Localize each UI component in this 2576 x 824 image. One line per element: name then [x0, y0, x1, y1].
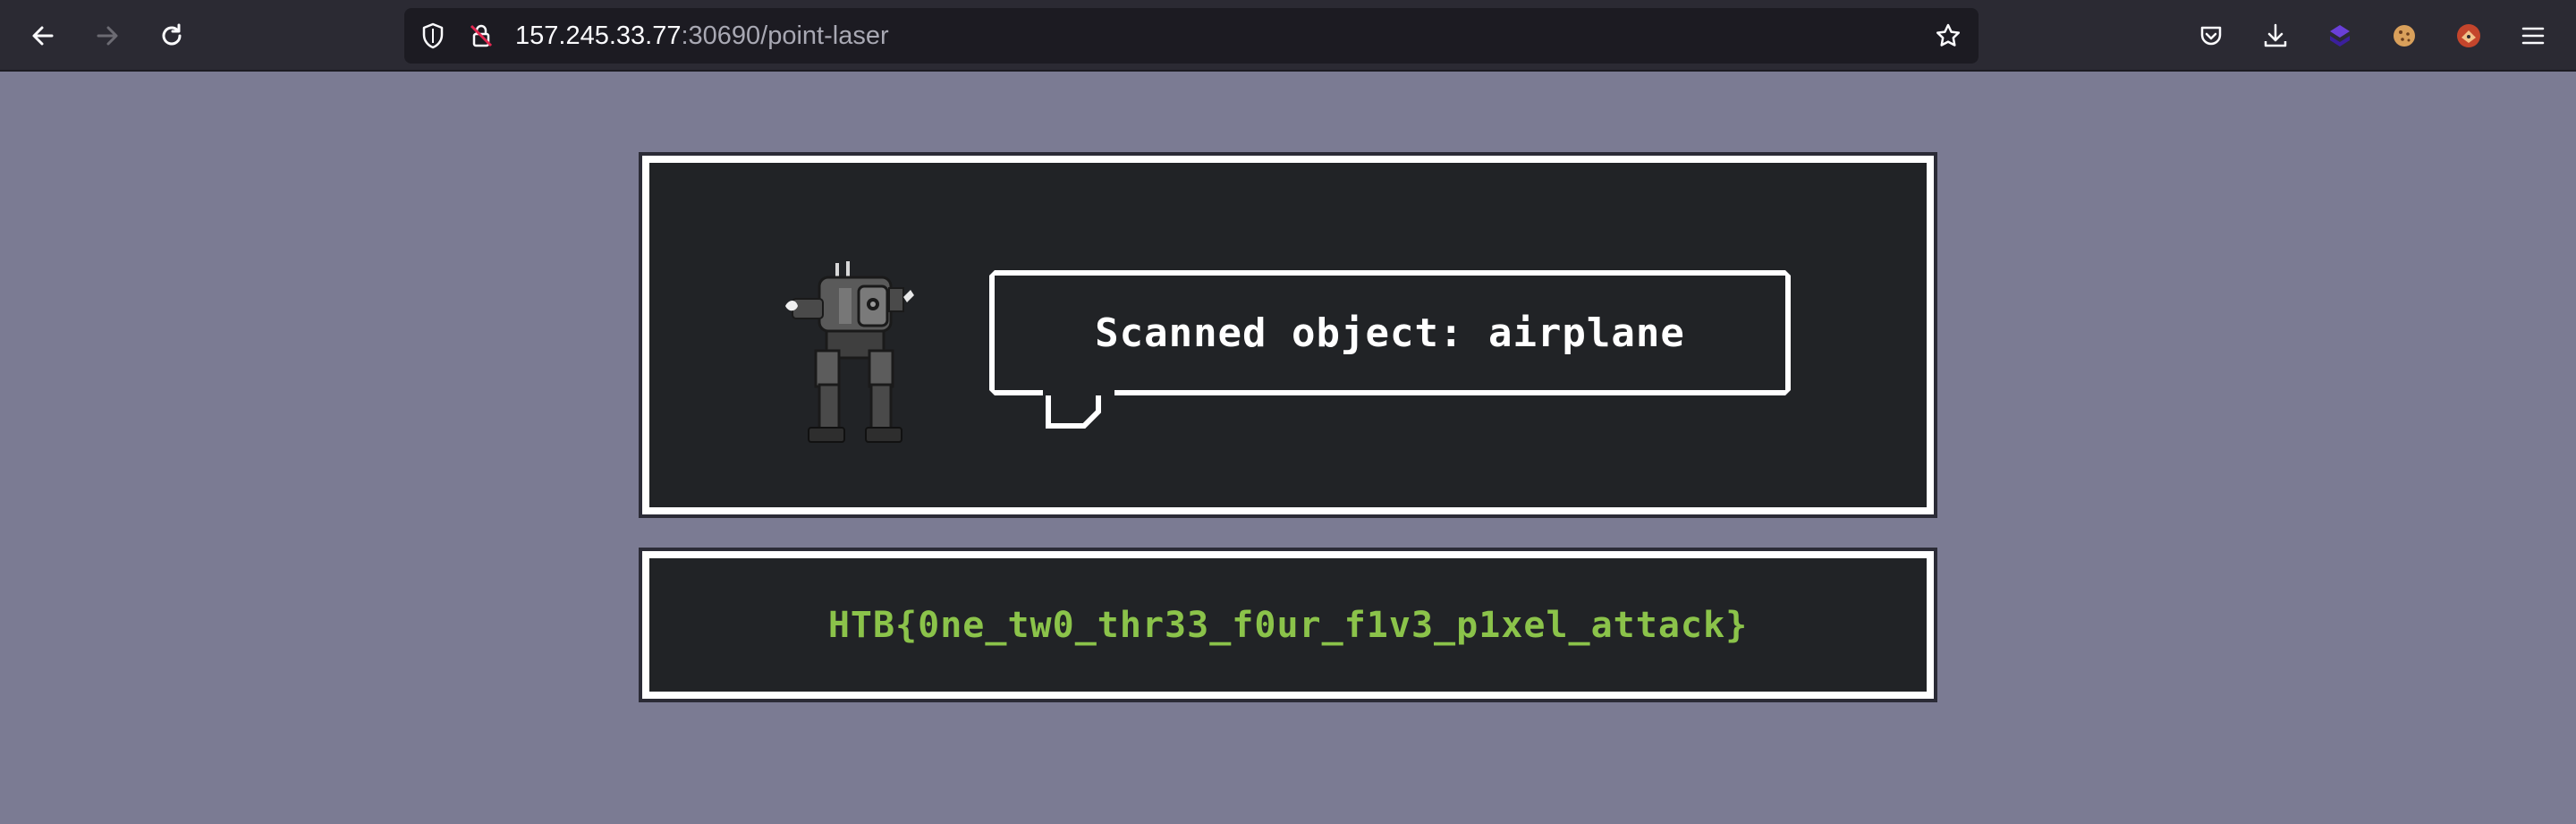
speech-bubble-tail — [1043, 390, 1114, 429]
star-icon[interactable] — [1930, 18, 1966, 54]
pocket-icon[interactable] — [2193, 18, 2229, 54]
back-arrow-icon[interactable] — [25, 18, 61, 54]
url-host: 157.245.33.77 — [515, 21, 682, 50]
url-path: :30690/point-laser — [681, 21, 889, 50]
forward-arrow-icon[interactable] — [89, 18, 125, 54]
url-text[interactable]: 157.245.33.77:30690/point-laser — [515, 8, 889, 64]
speech-bubble: Scanned object: airplane — [989, 270, 1791, 395]
scanner-panel-inner: Scanned object: airplane — [649, 163, 1927, 507]
scanner-panel: Scanned object: airplane — [639, 152, 1937, 518]
flag-panel-inner: HTB{0ne_tw0_thr33_f0ur_f1v3_p1xel_attack… — [649, 558, 1927, 692]
flag-text: HTB{0ne_tw0_thr33_f0ur_f1v3_p1xel_attack… — [827, 604, 1749, 646]
menu-icon[interactable] — [2515, 18, 2551, 54]
insecure-lock-icon[interactable] — [463, 18, 499, 54]
robot-mech-image — [785, 261, 914, 443]
browser-toolbar: 157.245.33.77:30690/point-laser — [0, 0, 2576, 72]
scan-result-text: Scanned object: airplane — [1095, 310, 1685, 356]
download-icon[interactable] — [2258, 18, 2293, 54]
reload-icon[interactable] — [154, 18, 190, 54]
url-bar[interactable]: 157.245.33.77:30690/point-laser — [404, 8, 1979, 64]
extension-icon[interactable] — [2322, 18, 2358, 54]
flag-panel: HTB{0ne_tw0_thr33_f0ur_f1v3_p1xel_attack… — [639, 548, 1937, 702]
cookie-icon[interactable] — [2386, 18, 2422, 54]
fox-extension-icon[interactable] — [2451, 18, 2487, 54]
shield-icon[interactable] — [415, 18, 451, 54]
